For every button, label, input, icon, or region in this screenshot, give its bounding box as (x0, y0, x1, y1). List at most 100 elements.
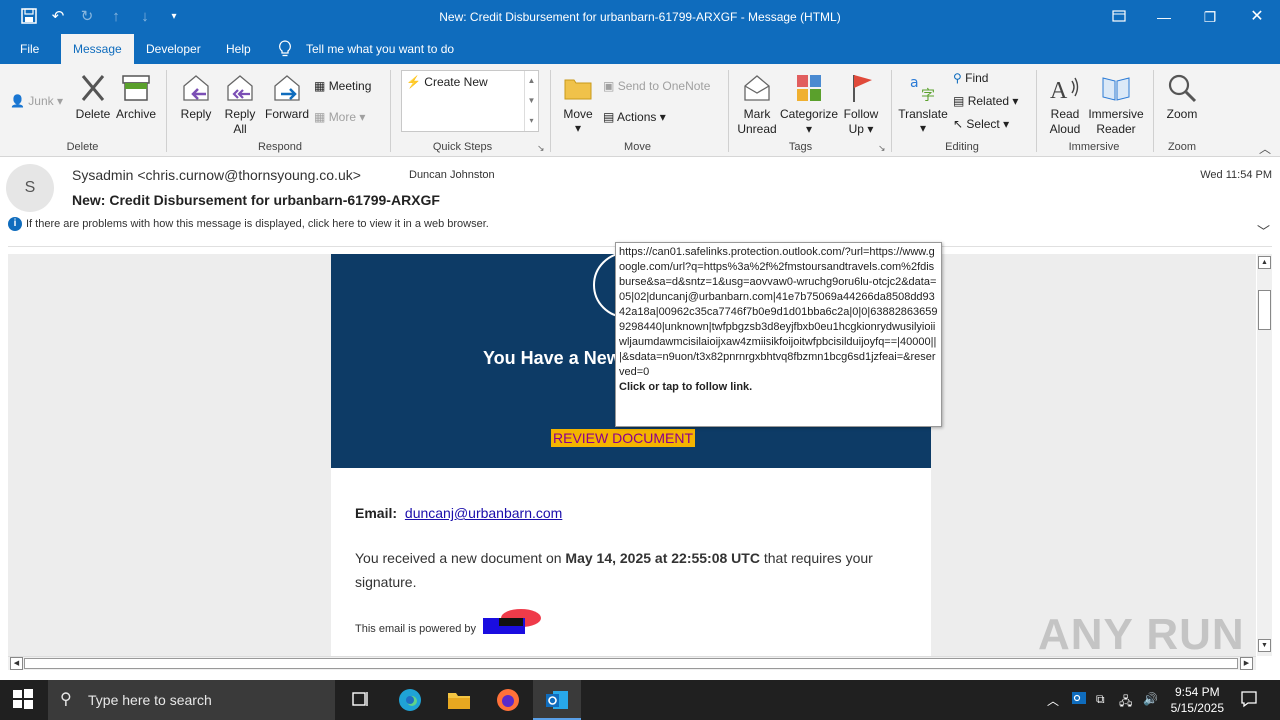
scroll-down-icon[interactable]: ▼ (1258, 639, 1271, 652)
search-icon: ⚲ (60, 691, 72, 708)
expand-header-icon[interactable]: ﹀ (1257, 221, 1270, 240)
close-button[interactable]: ✕ (1245, 6, 1269, 28)
find-icon: ⚲ (953, 71, 962, 85)
vertical-scrollbar[interactable]: ▲ ▼ (1257, 254, 1272, 656)
title-bar: ↶ ↻ ↑ ↓ ▾ New: Credit Disbursement for u… (0, 0, 1280, 34)
watermark: ANY RUN (1038, 610, 1245, 659)
network-icon[interactable]: 🖧 (1119, 692, 1132, 713)
collapse-ribbon-icon[interactable]: ︿ (1259, 140, 1271, 157)
window-title: New: Credit Disbursement for urbanbarn-6… (439, 10, 841, 24)
reply-button[interactable]: Reply (176, 72, 216, 121)
tab-developer[interactable]: Developer (134, 34, 213, 64)
translate-button[interactable]: a字 Translate ▾ (898, 72, 948, 135)
quick-steps-scroll[interactable]: ▲ ▼ ▾ (524, 71, 538, 131)
actions-button[interactable]: ▤ Actions ▾ (603, 110, 666, 124)
message-subject: New: Credit Disbursement for urbanbarn-6… (72, 192, 440, 208)
svg-text:A: A (1050, 78, 1068, 104)
more-respond-button[interactable]: ▦ More ▾ (314, 110, 365, 124)
system-clock[interactable]: 9:54 PM 5/15/2025 (1171, 684, 1224, 716)
maximize-button[interactable]: ❐ (1198, 6, 1222, 28)
minimize-button[interactable]: — (1152, 6, 1176, 28)
group-label-respond: Respond (257, 141, 303, 153)
windows-start-icon[interactable] (12, 688, 36, 712)
actions-icon: ▤ (603, 110, 615, 124)
scroll-up-icon[interactable]: ▲ (1258, 256, 1271, 269)
message-date: Wed 11:54 PM (1200, 169, 1272, 181)
group-label-immersive: Immersive (1068, 141, 1120, 153)
clock-time: 9:54 PM (1174, 685, 1220, 699)
group-label-delete: Delete (66, 141, 99, 153)
send-to-onenote-button[interactable]: ▣ Send to OneNote (603, 79, 710, 93)
related-icon: ▤ (953, 94, 965, 108)
outlook-icon (546, 691, 568, 709)
outlook-taskbar-button[interactable] (533, 680, 581, 720)
avatar[interactable]: S (6, 164, 54, 212)
read-aloud-button[interactable]: A Read Aloud (1044, 72, 1086, 137)
categorize-icon (797, 75, 821, 101)
quick-step-create-new[interactable]: ⚡ Create New (406, 75, 488, 89)
scroll-left-icon[interactable]: ◀ (10, 657, 23, 670)
quick-steps-launcher-icon[interactable]: ↘ (537, 143, 545, 154)
email-label: Email: (355, 505, 398, 521)
zoom-button[interactable]: Zoom (1162, 72, 1202, 121)
follow-up-button[interactable]: Follow Up ▾ (840, 72, 882, 137)
email-line: Email: duncanj@urbanbarn.com (355, 505, 562, 521)
ribbon-display-options-icon[interactable] (1107, 6, 1131, 28)
related-button[interactable]: ▤ Related ▾ (953, 94, 1018, 108)
notifications-icon[interactable] (1240, 690, 1258, 711)
ribbon-separator (1036, 70, 1037, 152)
delete-button[interactable]: Delete (74, 72, 112, 121)
ribbon: 👤 Junk ▾ Delete Archive Delete Reply Rep… (0, 64, 1280, 157)
ribbon-separator (550, 70, 551, 152)
move-button[interactable]: Move ▾ (560, 72, 596, 135)
quick-steps-gallery[interactable]: ⚡ Create New ▲ ▼ ▾ (401, 70, 539, 132)
volume-icon[interactable]: 🔊 (1143, 692, 1158, 706)
email-address-link[interactable]: duncanj@urbanbarn.com (405, 505, 562, 521)
taskbar-search[interactable]: ⚲ Type here to search (48, 680, 335, 720)
tooltip-hint: Click or tap to follow link. (619, 381, 753, 393)
forward-button[interactable]: Forward (264, 72, 310, 121)
outlook-tray-icon[interactable] (1071, 690, 1087, 709)
junk-icon: 👤 (10, 94, 25, 108)
group-label-editing: Editing (945, 141, 979, 153)
tab-file[interactable]: File (8, 34, 51, 64)
file-explorer-icon[interactable] (447, 688, 471, 712)
tooltip-url: https://can01.safelinks.protection.outlo… (619, 246, 938, 378)
banner-title: You Have a New (483, 348, 621, 368)
cursor-icon: ↖ (953, 117, 964, 131)
ribbon-separator (390, 70, 391, 152)
search-placeholder: Type here to search (88, 692, 212, 708)
info-bar[interactable]: i If there are problems with how this mes… (8, 217, 489, 231)
tags-launcher-icon[interactable]: ↘ (878, 143, 886, 154)
tell-me-search[interactable]: Tell me what you want to do (294, 34, 466, 64)
info-icon: i (8, 217, 22, 231)
review-document-link[interactable]: REVIEW DOCUMENT (551, 429, 695, 447)
archive-button[interactable]: Archive (114, 72, 158, 121)
select-button[interactable]: ↖ Select ▾ (953, 117, 1009, 131)
svg-text:a: a (910, 75, 919, 91)
device-icon[interactable]: ⧉ (1096, 692, 1105, 707)
tab-message[interactable]: Message (61, 34, 134, 64)
junk-button[interactable]: 👤 Junk ▾ (10, 94, 63, 108)
find-button[interactable]: ⚲ Find (953, 71, 988, 85)
reply-all-button[interactable]: Reply All (220, 72, 260, 137)
received-date: May 14, 2025 at 22:55:08 UTC (565, 550, 760, 566)
edge-browser-icon[interactable] (398, 688, 422, 712)
reply-all-icon (227, 75, 253, 101)
sender[interactable]: Sysadmin <chris.curnow@thornsyoung.co.uk… (72, 167, 361, 183)
group-label-move: Move (624, 141, 651, 153)
task-view-icon[interactable] (349, 688, 373, 712)
ribbon-separator (166, 70, 167, 152)
mark-unread-button[interactable]: Mark Unread (736, 72, 778, 137)
vertical-scroll-thumb[interactable] (1258, 290, 1271, 330)
group-label-tags: Tags (788, 141, 813, 153)
recipient[interactable]: Duncan Johnston (409, 169, 495, 181)
brand-logo (483, 609, 541, 634)
firefox-icon[interactable] (496, 688, 520, 712)
meeting-button[interactable]: ▦ Meeting (314, 79, 371, 93)
show-hidden-icons[interactable]: ︿ (1047, 692, 1059, 709)
group-label-zoom: Zoom (1167, 141, 1197, 153)
categorize-button[interactable]: Categorize ▾ (780, 72, 838, 137)
tab-help[interactable]: Help (214, 34, 263, 64)
immersive-reader-button[interactable]: Immersive Reader (1088, 72, 1144, 137)
